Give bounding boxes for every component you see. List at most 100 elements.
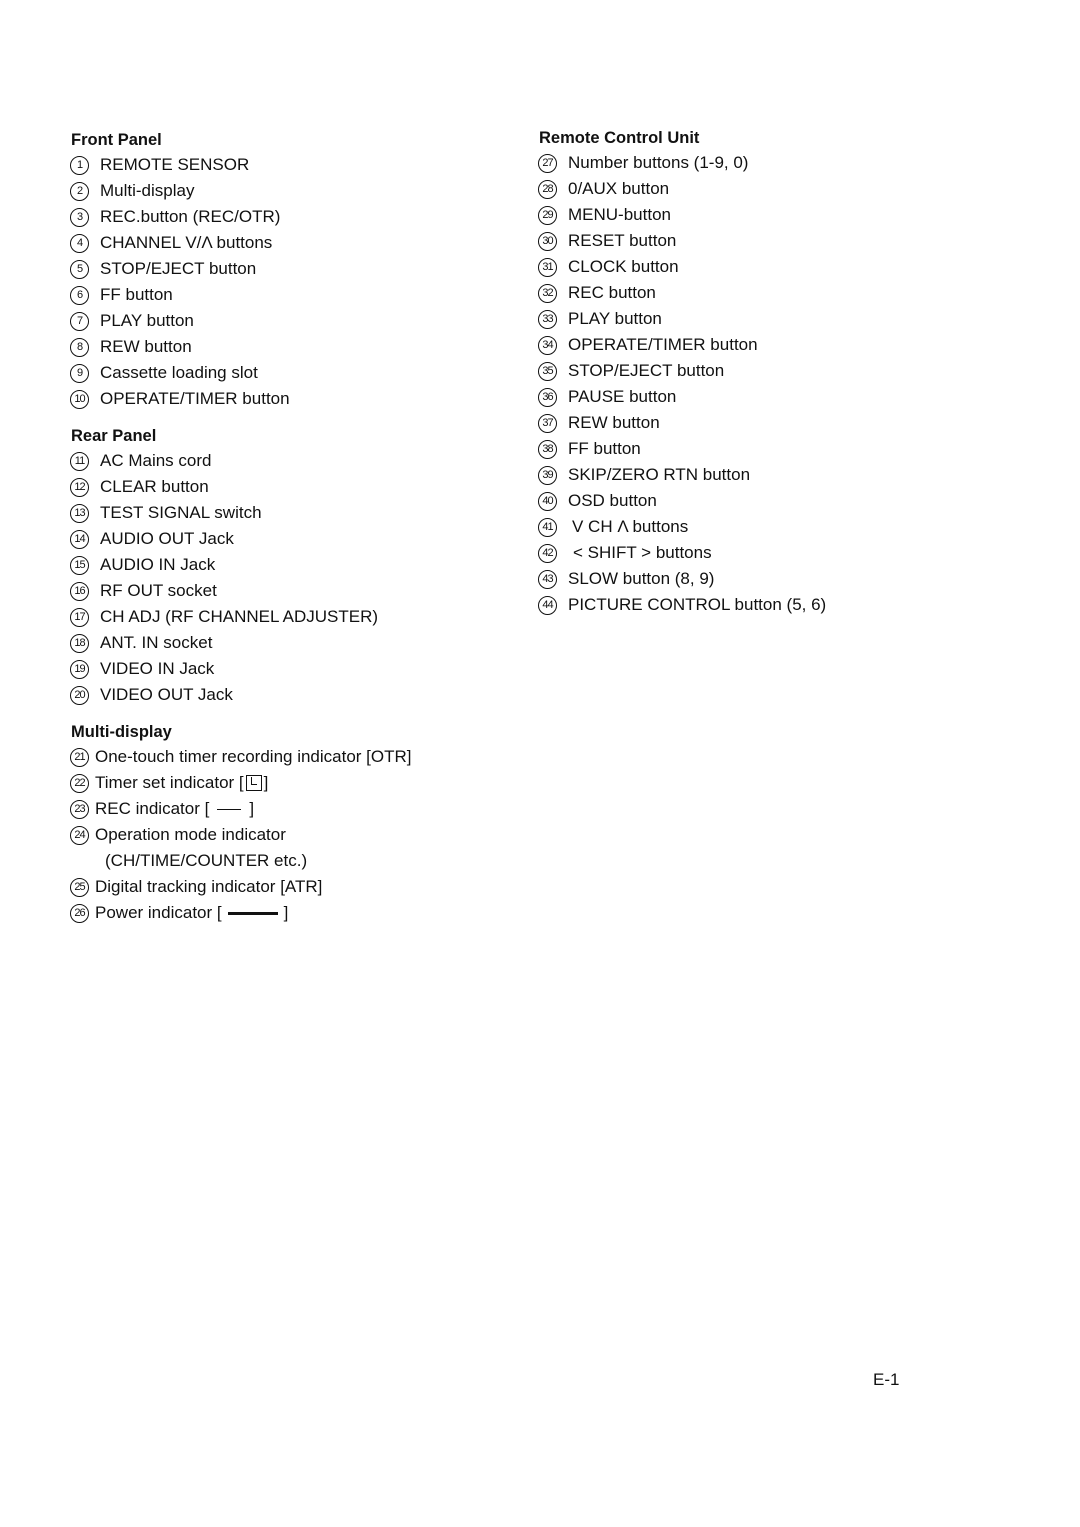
number-badge: 39 <box>538 465 557 485</box>
item-label: RESET button <box>568 231 677 250</box>
item-label: REC indicator [ <box>95 799 210 818</box>
multi-display-list: 21 One-touch timer recording indicator [O… <box>70 744 510 926</box>
item-label: Cassette loading slot <box>100 363 258 382</box>
item-label: VIDEO IN Jack <box>100 659 215 678</box>
item-label: SLOW button (8, 9) <box>568 569 715 588</box>
number-badge: 18 <box>70 633 89 653</box>
number-badge: 14 <box>70 529 89 549</box>
multi-display-heading: Multi-display <box>71 723 172 741</box>
number-badge: 4 <box>70 233 89 253</box>
list-item: 12 CLEAR button <box>70 474 510 500</box>
list-item: 15 AUDIO IN Jack <box>70 552 510 578</box>
list-item: 6 FF button <box>70 282 510 308</box>
item-label: Timer set indicator [ <box>95 773 244 792</box>
item-label: PAUSE button <box>568 387 677 406</box>
item-label: One-touch timer recording indicator [OTR… <box>95 747 412 766</box>
item-label: Operation mode indicator <box>95 825 286 844</box>
item-label: AUDIO OUT Jack <box>100 529 234 548</box>
list-item: 25 Digital tracking indicator [ATR] <box>70 874 510 900</box>
number-badge: 9 <box>70 363 89 383</box>
item-suffix: ] <box>249 799 255 818</box>
item-label: CLOCK button <box>568 257 679 276</box>
item-label: OPERATE/TIMER button <box>100 389 290 408</box>
list-item: 33 PLAY button <box>538 306 958 332</box>
number-badge: 21 <box>70 747 89 767</box>
list-item: 10 OPERATE/TIMER button <box>70 386 510 412</box>
item-label: STOP/EJECT button <box>100 259 257 278</box>
list-item: 14 AUDIO OUT Jack <box>70 526 510 552</box>
list-item: 27 Number buttons (1-9, 0) <box>538 150 958 176</box>
number-badge: 43 <box>538 569 557 589</box>
number-badge: 31 <box>538 257 557 277</box>
list-item: 23 REC indicator [] <box>70 796 510 822</box>
number-badge: 25 <box>70 877 89 897</box>
list-item: 3 REC.button (REC/OTR) <box>70 204 510 230</box>
number-badge: 2 <box>70 181 89 201</box>
item-label: REC button <box>568 283 656 302</box>
number-badge: 16 <box>70 581 89 601</box>
list-item: 35 STOP/EJECT button <box>538 358 958 384</box>
number-badge: 29 <box>538 205 557 225</box>
number-badge: 3 <box>70 207 89 227</box>
number-badge: 26 <box>70 903 89 923</box>
list-item: 36 PAUSE button <box>538 384 958 410</box>
list-item: 9 Cassette loading slot <box>70 360 510 386</box>
item-label: ANT. IN socket <box>100 633 213 652</box>
list-item: 29 MENU-button <box>538 202 958 228</box>
number-badge: 24 <box>70 825 89 845</box>
item-label: OPERATE/TIMER button <box>568 335 758 354</box>
number-badge: 7 <box>70 311 89 331</box>
list-item: 31 CLOCK button <box>538 254 958 280</box>
item-label: REW button <box>100 337 192 356</box>
number-badge: 23 <box>70 799 89 819</box>
list-item: 19 VIDEO IN Jack <box>70 656 510 682</box>
number-badge: 44 <box>538 595 557 615</box>
list-item: 37 REW button <box>538 410 958 436</box>
list-item: 8 REW button <box>70 334 510 360</box>
number-badge: 17 <box>70 607 89 627</box>
list-item: 38 FF button <box>538 436 958 462</box>
item-label: MENU-button <box>568 205 671 224</box>
list-item: 13 TEST SIGNAL switch <box>70 500 510 526</box>
list-item: 20 VIDEO OUT Jack <box>70 682 510 708</box>
list-item: 30 RESET button <box>538 228 958 254</box>
front-panel-heading: Front Panel <box>71 131 162 149</box>
number-badge: 15 <box>70 555 89 575</box>
number-badge: 12 <box>70 477 89 497</box>
item-label: OSD button <box>568 491 657 510</box>
list-item: 7 PLAY button <box>70 308 510 334</box>
number-badge: 34 <box>538 335 557 355</box>
number-badge: 32 <box>538 283 557 303</box>
item-label: PLAY button <box>100 311 194 330</box>
item-label: CH ADJ (RF CHANNEL ADJUSTER) <box>100 607 379 626</box>
number-badge: 1 <box>70 155 89 175</box>
item-label: REC.button (REC/OTR) <box>100 207 281 226</box>
number-badge: 28 <box>538 179 557 199</box>
list-item: 18 ANT. IN socket <box>70 630 510 656</box>
item-label: CLEAR button <box>100 477 209 496</box>
item-label: Multi-display <box>100 181 195 200</box>
item-label: STOP/EJECT button <box>568 361 725 380</box>
item-label: VIDEO OUT Jack <box>100 685 233 704</box>
page-number: E-1 <box>873 1370 900 1389</box>
item-label: FF button <box>100 285 173 304</box>
list-item: 5 STOP/EJECT button <box>70 256 510 282</box>
rec-indicator-line-icon <box>217 808 242 810</box>
list-item: 2 Multi-display <box>70 178 510 204</box>
front-panel-list: 1 REMOTE SENSOR 2 Multi-display 3 REC.butto… <box>70 152 510 412</box>
item-suffix: ] <box>263 773 269 792</box>
item-label: Number buttons (1-9, 0) <box>568 153 749 172</box>
number-badge: 5 <box>70 259 89 279</box>
number-badge: 40 <box>538 491 557 511</box>
item-suffix: ] <box>283 903 289 922</box>
number-badge: 36 <box>538 387 557 407</box>
list-item: 16 RF OUT socket <box>70 578 510 604</box>
number-badge: 33 <box>538 309 557 329</box>
list-item: 24 Operation mode indicator <box>70 822 510 848</box>
list-item: 22 Timer set indicator [] <box>70 770 510 796</box>
number-badge: 6 <box>70 285 89 305</box>
item-label: AUDIO IN Jack <box>100 555 216 574</box>
list-item: 26 Power indicator [] <box>70 900 510 926</box>
